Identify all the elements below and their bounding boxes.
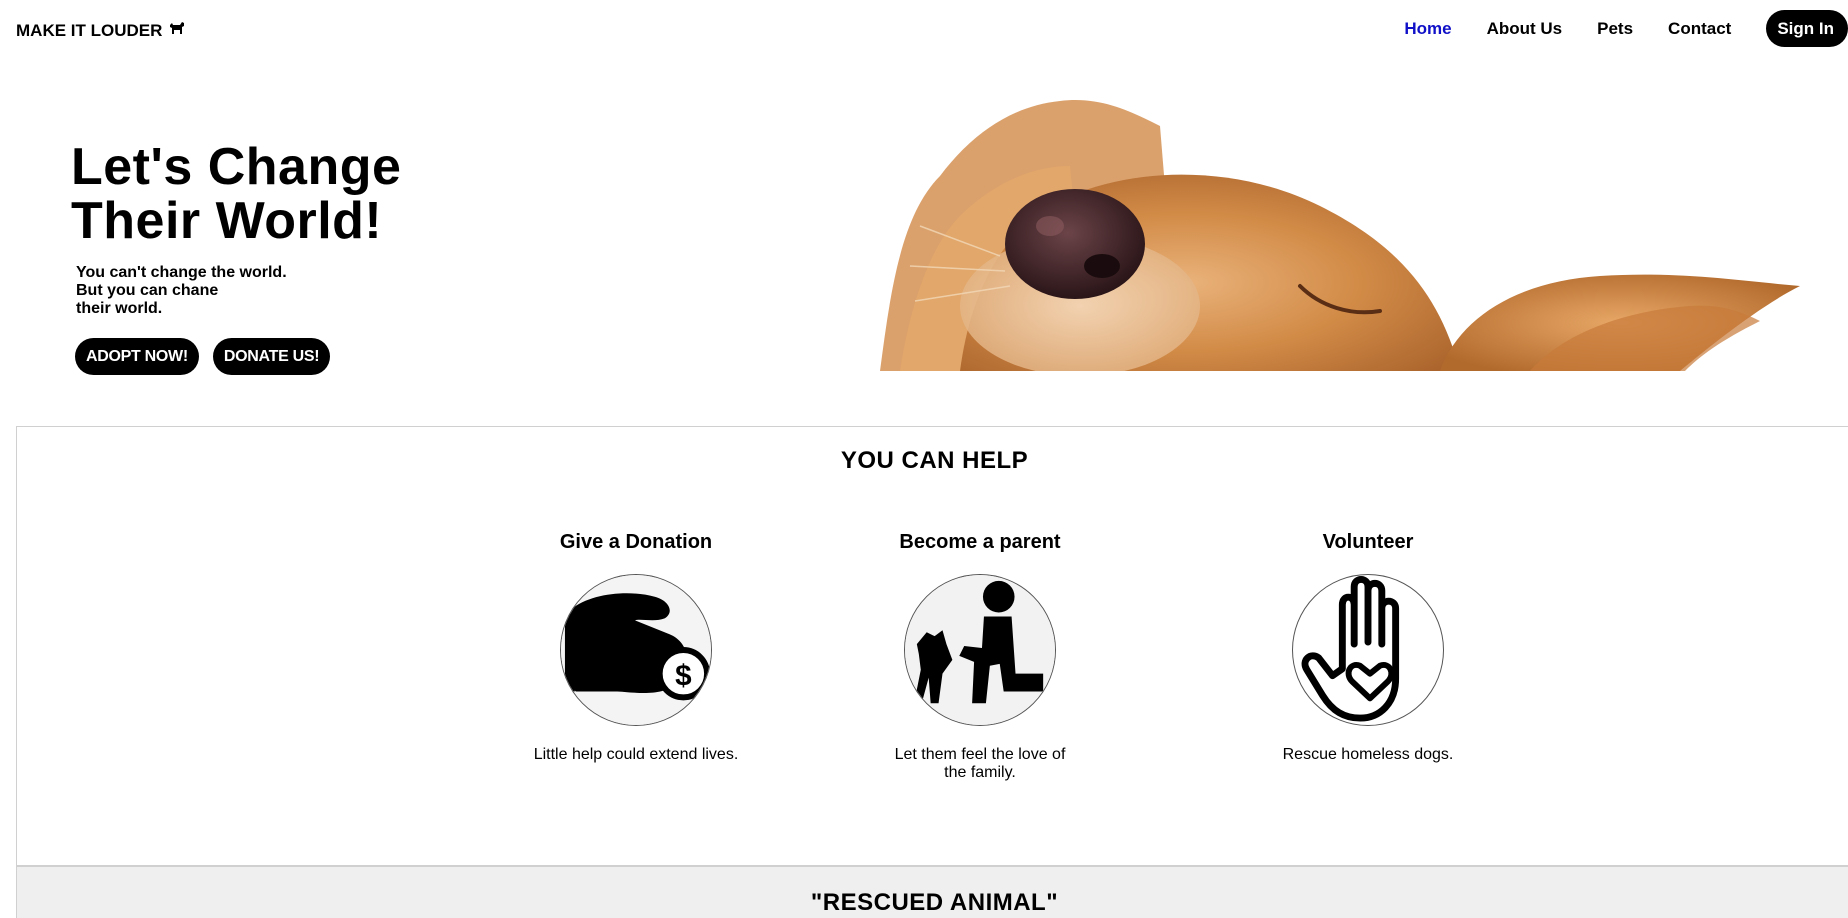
volunteer-card-title: Volunteer [1322,531,1414,553]
svg-text:$: $ [675,660,692,693]
volunteer-card-text: Rescue homeless dogs. [1282,746,1454,763]
donation-hand-icon: $ [560,574,712,726]
person-with-dog-icon [904,574,1056,726]
donation-card-text: Little help could extend lives. [533,746,739,763]
hero-title-line2: Their World! [71,192,383,250]
donation-card-title: Give a Donation [559,531,713,553]
puppy-photo [880,96,1810,371]
hero-title: Let's Change Their World! [71,140,401,248]
rescued-section-title: "RESCUED ANIMAL" [810,889,1059,916]
hand-heart-icon [1292,574,1444,726]
sign-in-button[interactable]: Sign In [1766,10,1848,47]
parent-card-text: Let them feel the love of the family. [894,746,1066,781]
hero-buttons: ADOPT NOW! DONATE US! [75,338,331,375]
adopt-now-button[interactable]: ADOPT NOW! [75,338,199,375]
nav-link-about-us[interactable]: About Us [1487,19,1563,39]
parent-card-title: Become a parent [899,531,1061,553]
you-can-help-section: YOU CAN HELP Give a Donation $ Little he… [16,426,1848,866]
donate-us-button[interactable]: DONATE US! [212,338,331,375]
nav-link-contact[interactable]: Contact [1668,19,1731,39]
brand-logo[interactable]: MAKE IT LOUDER [16,20,186,41]
brand-text: MAKE IT LOUDER [16,20,163,40]
hero-subtitle: You can't change the world. But you can … [76,264,287,318]
nav-links: Home About Us Pets Contact Sign In [1404,10,1848,47]
hero-sub-line2: But you can chane [76,282,219,299]
donation-card[interactable]: Give a Donation $ Little help could exte… [496,531,776,764]
rescued-animal-section: "RESCUED ANIMAL" [16,866,1848,918]
parent-card[interactable]: Become a parent Let them feel the love o… [840,531,1120,782]
hero-sub-line3: their world. [76,300,163,317]
hero-title-line1: Let's Change [71,138,402,196]
top-navbar: MAKE IT LOUDER Home About Us Pets Contac… [0,0,1848,58]
help-section-title: YOU CAN HELP [840,447,1029,474]
nav-link-home[interactable]: Home [1404,19,1451,39]
dog-icon [168,20,186,41]
volunteer-card[interactable]: Volunteer Rescue homeless dogs. [1228,531,1508,764]
hero-sub-line1: You can't change the world. [76,264,287,281]
nav-link-pets[interactable]: Pets [1597,19,1633,39]
